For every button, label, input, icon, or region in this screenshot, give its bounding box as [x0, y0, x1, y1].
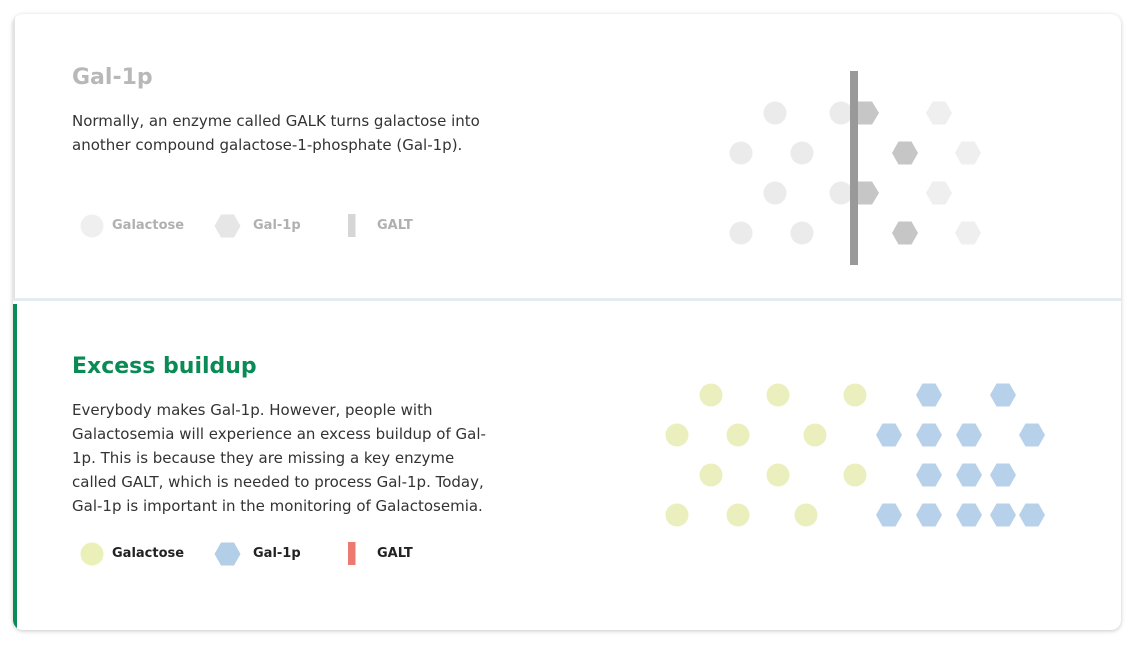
galactose-molecule [790, 221, 814, 245]
galactose-molecule [766, 463, 790, 487]
gal1p-molecules [876, 383, 1045, 527]
gal1p-molecule [990, 383, 1016, 407]
galactose-molecule [699, 463, 723, 487]
gal1p-molecule [876, 423, 902, 447]
gal1p-molecule [892, 221, 918, 245]
gal1p-molecule [1019, 503, 1045, 527]
gal1p-molecule [1019, 423, 1045, 447]
galactose-molecule [665, 423, 689, 447]
galactose-molecules [665, 383, 867, 527]
galactose-molecule [790, 141, 814, 165]
gal1p-molecule [955, 221, 981, 245]
gal1p-molecule [926, 101, 952, 125]
galactose-molecule [665, 503, 689, 527]
galactose-molecule [699, 383, 723, 407]
gal1p-molecule [955, 141, 981, 165]
galactose-molecule [726, 503, 750, 527]
galactose-molecule [763, 181, 787, 205]
gal1p-molecule [916, 463, 942, 487]
gal1p-molecule [857, 101, 879, 125]
galactose-molecule [766, 383, 790, 407]
gal1p-molecules [857, 101, 981, 245]
gal1p-molecule [956, 463, 982, 487]
galactosemia-info-card: Gal-1p Normally, an enzyme called GALK t… [13, 14, 1121, 630]
excess-buildup-diagram [665, 383, 1045, 527]
galactose-molecule [843, 383, 867, 407]
gal1p-molecule [990, 503, 1016, 527]
gal1p-molecule [916, 503, 942, 527]
gal1p-molecule [916, 383, 942, 407]
galactose-molecule [843, 463, 867, 487]
galactose-molecule [803, 423, 827, 447]
gal1p-molecule [990, 463, 1016, 487]
galactose-molecules [729, 101, 853, 245]
gal1p-molecule [956, 503, 982, 527]
gal1p-molecule [857, 181, 879, 205]
excess-buildup-section: Excess buildup Everybody makes Gal-1p. H… [13, 304, 1121, 630]
gal1p-molecule [926, 181, 952, 205]
gal1p-molecule [916, 423, 942, 447]
galk-enzyme-bar [850, 71, 858, 265]
gal1p-molecule [892, 141, 918, 165]
gal1p-conversion-diagram [729, 71, 981, 265]
gal1p-molecule [956, 423, 982, 447]
gal1p-molecule [876, 503, 902, 527]
galactose-molecule [763, 101, 787, 125]
galactose-molecule [726, 423, 750, 447]
galactose-molecule [729, 221, 753, 245]
gal1p-section: Gal-1p Normally, an enzyme called GALK t… [13, 14, 1121, 298]
galactose-molecule [794, 503, 818, 527]
galactose-molecule [829, 181, 853, 205]
section-divider [13, 298, 1121, 301]
galactose-molecule [729, 141, 753, 165]
galactose-molecule [829, 101, 853, 125]
